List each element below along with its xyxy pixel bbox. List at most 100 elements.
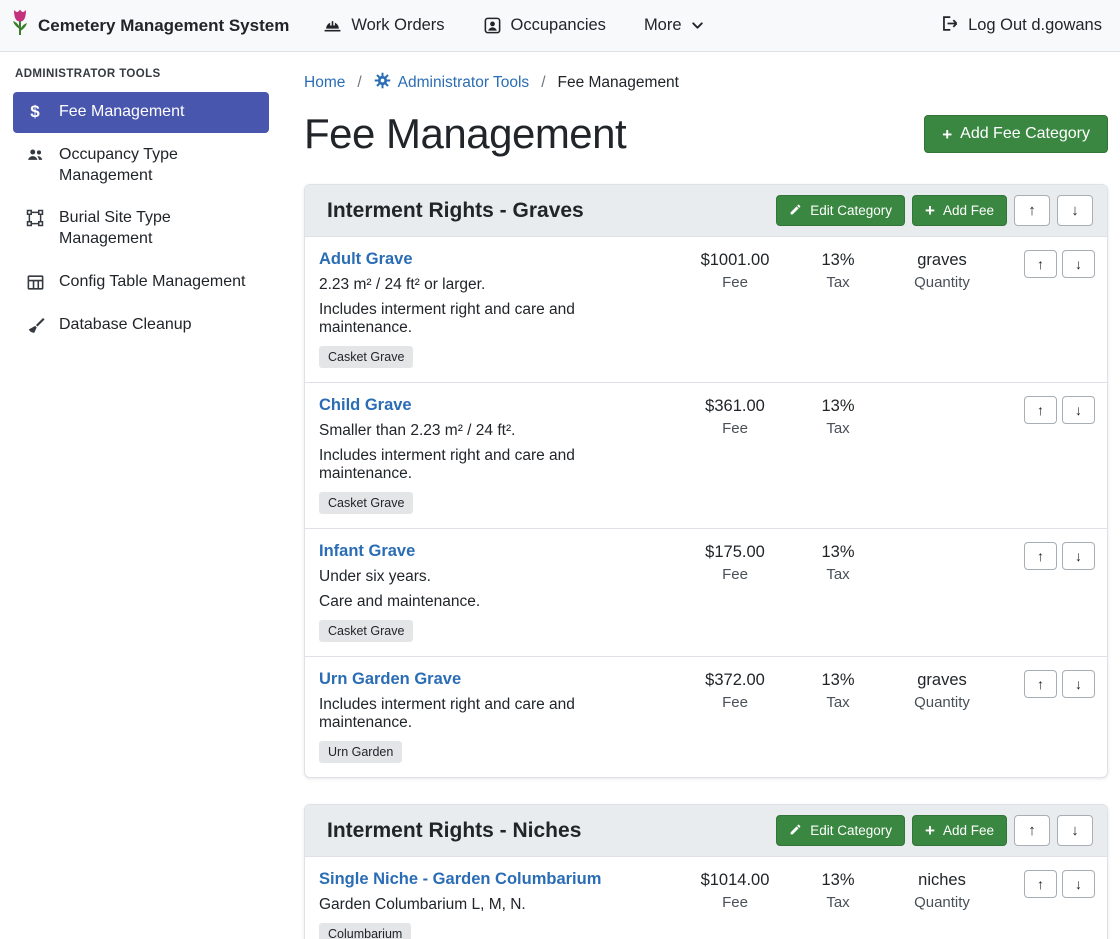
fee-list: Adult Grave 2.23 m² / 24 ft² or larger. … [305, 237, 1107, 777]
move-category-down-button[interactable]: ↓ [1057, 815, 1093, 846]
top-navbar: Cemetery Management System Work Orders O… [0, 0, 1120, 52]
fee-amount: $1014.00 [675, 871, 795, 890]
fee-row: Urn Garden Grave Includes interment righ… [305, 656, 1107, 777]
fee-row: Child Grave Smaller than 2.23 m² / 24 ft… [305, 382, 1107, 528]
app-title: Cemetery Management System [38, 16, 289, 36]
category-header: Interment Rights - Niches Edit Category … [305, 805, 1107, 857]
tax-value: 13% [795, 397, 881, 416]
arrow-down-icon: ↓ [1075, 876, 1082, 892]
move-fee-up-button[interactable]: ↑ [1024, 542, 1057, 570]
fee-category-card: Interment Rights - Niches Edit Category … [304, 804, 1108, 939]
sidebar-item-fee-management[interactable]: $ Fee Management [13, 92, 269, 133]
occupant-frame-icon [483, 16, 502, 35]
nav-occupancies[interactable]: Occupancies [483, 16, 606, 35]
pencil-icon [789, 823, 802, 839]
tax-value: 13% [795, 543, 881, 562]
breadcrumb: Home / Administrator Tools / Fee Managem… [304, 72, 1108, 94]
add-fee-category-button[interactable]: + Add Fee Category [924, 115, 1108, 153]
move-fee-down-button[interactable]: ↓ [1062, 542, 1095, 570]
nav-work-orders[interactable]: Work Orders [323, 16, 444, 35]
tax-value: 13% [795, 251, 881, 270]
fee-description-1: Smaller than 2.23 m² / 24 ft². [319, 422, 665, 440]
fee-description-1: Includes interment right and care and ma… [319, 696, 665, 732]
app-brand[interactable]: Cemetery Management System [10, 8, 289, 43]
quantity-value: niches [881, 871, 1003, 890]
move-fee-up-button[interactable]: ↑ [1024, 670, 1057, 698]
fee-name-link[interactable]: Single Niche - Garden Columbarium [319, 870, 601, 889]
move-fee-down-button[interactable]: ↓ [1062, 396, 1095, 424]
main-content: Home / Administrator Tools / Fee Managem… [280, 52, 1120, 939]
sidebar-item-config-table-management[interactable]: Config Table Management [13, 262, 269, 303]
move-fee-up-button[interactable]: ↑ [1024, 250, 1057, 278]
quantity-label: Quantity [881, 894, 1003, 911]
fee-amount: $372.00 [675, 671, 795, 690]
broom-icon [25, 316, 45, 335]
app-window: Cemetery Management System Work Orders O… [0, 0, 1120, 939]
vector-square-icon [25, 209, 45, 227]
fee-type-badge: Casket Grave [319, 346, 413, 368]
add-fee-button[interactable]: + Add Fee [912, 815, 1007, 846]
dollar-icon: $ [25, 103, 45, 122]
tax-value: 13% [795, 671, 881, 690]
fee-amount: $175.00 [675, 543, 795, 562]
arrow-up-icon: ↑ [1037, 876, 1044, 892]
move-fee-up-button[interactable]: ↑ [1024, 396, 1057, 424]
breadcrumb-admin-tools-link[interactable]: Administrator Tools [374, 72, 530, 94]
sidebar-item-burial-site-type-management[interactable]: Burial Site Type Management [13, 198, 269, 260]
move-fee-up-button[interactable]: ↑ [1024, 870, 1057, 898]
arrow-down-icon: ↓ [1071, 202, 1079, 219]
fee-description-2: Care and maintenance. [319, 593, 665, 611]
fee-name-link[interactable]: Adult Grave [319, 250, 413, 269]
arrow-up-icon: ↑ [1037, 402, 1044, 418]
table-icon [25, 273, 45, 292]
arrow-down-icon: ↓ [1075, 256, 1082, 272]
fee-name-link[interactable]: Urn Garden Grave [319, 670, 461, 689]
arrow-down-icon: ↓ [1075, 402, 1082, 418]
fee-type-badge: Casket Grave [319, 492, 413, 514]
fee-amount: $1001.00 [675, 251, 795, 270]
fee-row: Single Niche - Garden Columbarium Garden… [305, 857, 1107, 939]
move-fee-down-button[interactable]: ↓ [1062, 670, 1095, 698]
fee-name-link[interactable]: Child Grave [319, 396, 412, 415]
arrow-up-icon: ↑ [1037, 548, 1044, 564]
fee-name-link[interactable]: Infant Grave [319, 542, 415, 561]
logout-link[interactable]: Log Out d.gowans [940, 14, 1102, 38]
move-category-up-button[interactable]: ↑ [1014, 815, 1050, 846]
category-title: Interment Rights - Niches [327, 819, 776, 843]
tax-value: 13% [795, 871, 881, 890]
hard-hat-icon [323, 16, 342, 35]
move-fee-down-button[interactable]: ↓ [1062, 250, 1095, 278]
plus-icon: + [942, 126, 952, 143]
fee-description-2: Includes interment right and care and ma… [319, 447, 665, 483]
plus-icon: + [925, 202, 935, 219]
edit-category-button[interactable]: Edit Category [776, 815, 905, 846]
move-category-down-button[interactable]: ↓ [1057, 195, 1093, 226]
add-fee-button[interactable]: + Add Fee [912, 195, 1007, 226]
sidebar-item-database-cleanup[interactable]: Database Cleanup [13, 305, 269, 346]
quantity-label: Quantity [881, 694, 1003, 711]
fee-amount-label: Fee [675, 894, 795, 911]
arrow-up-icon: ↑ [1037, 256, 1044, 272]
fee-list: Single Niche - Garden Columbarium Garden… [305, 857, 1107, 939]
edit-category-button[interactable]: Edit Category [776, 195, 905, 226]
fee-amount-label: Fee [675, 694, 795, 711]
fee-amount: $361.00 [675, 397, 795, 416]
fee-amount-label: Fee [675, 274, 795, 291]
move-category-up-button[interactable]: ↑ [1014, 195, 1050, 226]
page-title: Fee Management [304, 110, 626, 158]
tax-label: Tax [795, 274, 881, 291]
fee-amount-label: Fee [675, 420, 795, 437]
sidebar-item-occupancy-type-management[interactable]: Occupancy Type Management [13, 135, 269, 197]
fee-description-1: Garden Columbarium L, M, N. [319, 896, 665, 914]
tulip-logo-icon [10, 8, 30, 43]
breadcrumb-home-link[interactable]: Home [304, 74, 345, 92]
quantity-value: graves [881, 671, 1003, 690]
arrow-up-icon: ↑ [1028, 202, 1036, 219]
arrow-down-icon: ↓ [1075, 548, 1082, 564]
tax-label: Tax [795, 894, 881, 911]
gear-icon [374, 72, 391, 94]
nav-more[interactable]: More [644, 16, 704, 35]
move-fee-down-button[interactable]: ↓ [1062, 870, 1095, 898]
users-icon [25, 146, 45, 164]
plus-icon: + [925, 822, 935, 839]
